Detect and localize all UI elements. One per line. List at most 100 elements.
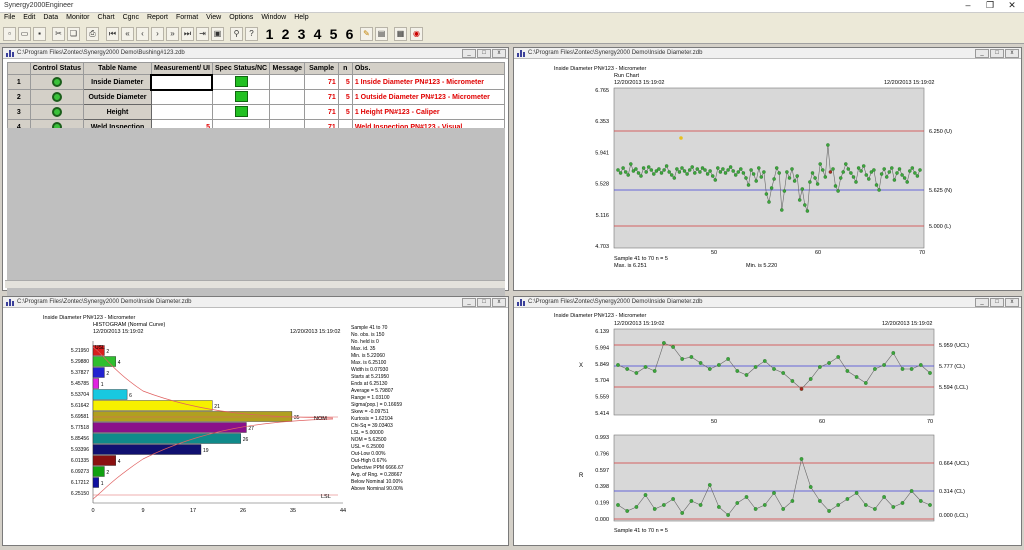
minimize-icon[interactable]: _ (462, 298, 476, 307)
menu-report[interactable]: Report (143, 13, 172, 22)
table-row[interactable]: 2 Outside Diameter 71 5 1 Outside Diamet… (7, 89, 506, 105)
maximize-icon[interactable]: □ (990, 49, 1004, 58)
cut-icon[interactable]: ✂ (52, 27, 65, 41)
first-record-icon[interactable]: ⏮ (106, 27, 119, 41)
menu-cgnc[interactable]: Cgnc (119, 13, 143, 22)
n-cell[interactable]: 5 (337, 74, 353, 90)
row-number[interactable]: 2 (7, 89, 31, 105)
fast-forward-icon[interactable]: » (166, 27, 179, 41)
run-data-point (856, 166, 861, 170)
row-number[interactable]: 3 (7, 104, 31, 120)
run-data-point (892, 178, 897, 182)
maximize-icon[interactable]: □ (990, 298, 1004, 307)
obs-cell[interactable]: 1 Height PN#123 - Caliper (351, 104, 506, 120)
sample-cell[interactable]: 71 (304, 104, 339, 120)
range-data-point (808, 485, 813, 489)
help-pointer-icon[interactable]: ? (245, 27, 258, 41)
menu-file[interactable]: File (0, 13, 19, 22)
close-icon[interactable]: x (1005, 49, 1019, 58)
measurement-cell[interactable] (150, 73, 214, 91)
chart-3-button[interactable]: 3 (295, 26, 308, 42)
chart-2-button[interactable]: 2 (279, 26, 292, 42)
n-cell[interactable]: 5 (337, 104, 353, 120)
control-status-cell[interactable] (29, 104, 85, 120)
col-table-name[interactable]: Table Name (83, 62, 152, 75)
col-measurement[interactable]: Measurement/ UI (150, 62, 213, 75)
new-file-icon[interactable]: ▫ (3, 27, 16, 41)
row-number[interactable]: 1 (7, 74, 31, 90)
calculator-icon[interactable]: ▦ (394, 27, 407, 41)
menu-chart[interactable]: Chart (93, 13, 118, 22)
table-name-cell[interactable]: Height (83, 104, 152, 120)
sample-cell[interactable]: 71 (304, 74, 339, 90)
run-data-point (815, 182, 820, 186)
obs-cell[interactable]: 1 Inside Diameter PN#123 - Micrometer (351, 74, 506, 90)
menu-view[interactable]: View (202, 13, 225, 22)
close-icon[interactable]: x (1005, 298, 1019, 307)
menu-monitor[interactable]: Monitor (62, 13, 93, 22)
measurement-cell[interactable] (150, 104, 213, 120)
control-status-cell[interactable] (29, 74, 85, 90)
print-icon[interactable]: ⎙ (86, 27, 99, 41)
next-icon[interactable]: › (151, 27, 164, 41)
control-status-cell[interactable] (29, 89, 85, 105)
table-row[interactable]: 1 Inside Diameter 71 5 1 Inside Diameter… (7, 73, 506, 91)
minimize-icon[interactable]: – (960, 1, 976, 11)
chart-5-button[interactable]: 5 (327, 26, 340, 42)
horizontal-scrollbar[interactable] (5, 280, 505, 288)
sample-cell[interactable]: 71 (304, 89, 339, 105)
maximize-icon[interactable]: □ (477, 49, 491, 58)
pencil-icon[interactable]: ✎ (360, 27, 373, 41)
end-icon[interactable]: ⇥ (196, 27, 209, 41)
menu-window[interactable]: Window (257, 13, 290, 22)
open-folder-icon[interactable]: ▭ (18, 27, 31, 41)
col-control-status[interactable]: Control Status (29, 62, 85, 75)
measurement-cell[interactable] (150, 89, 213, 105)
spec-status-cell[interactable] (211, 74, 271, 90)
histogram-bar (92, 400, 213, 411)
minimize-icon[interactable]: _ (975, 49, 989, 58)
message-cell[interactable] (269, 89, 306, 105)
menu-data[interactable]: Data (39, 13, 62, 22)
rewind-icon[interactable]: « (121, 27, 134, 41)
menu-help[interactable]: Help (290, 13, 312, 22)
report-icon[interactable]: ▤ (375, 27, 388, 41)
save-icon[interactable]: ▪ (33, 27, 46, 41)
table-name-cell[interactable]: Inside Diameter (83, 74, 152, 90)
col-obs[interactable]: Obs. (351, 62, 506, 75)
close-icon[interactable]: x (492, 49, 506, 58)
copy-icon[interactable]: ❏ (67, 27, 80, 41)
run-data-point (744, 176, 748, 180)
close-icon[interactable]: ✕ (1004, 1, 1020, 11)
message-cell[interactable] (269, 74, 306, 90)
menu-options[interactable]: Options (225, 13, 257, 22)
minimize-icon[interactable]: _ (462, 49, 476, 58)
y-tick-label: 4.703 (595, 244, 609, 250)
pin-icon[interactable]: ⚲ (230, 27, 243, 41)
last-record-icon[interactable]: ⏭ (181, 27, 194, 41)
restore-icon[interactable]: ❐ (982, 1, 998, 11)
chart-6-button[interactable]: 6 (343, 26, 356, 42)
col-sample[interactable]: Sample (304, 62, 339, 75)
maximize-icon[interactable]: □ (477, 298, 491, 307)
chart-1-button[interactable]: 1 (263, 26, 276, 42)
obs-cell[interactable]: 1 Outside Diameter PN#123 - Micrometer (351, 89, 506, 105)
message-cell[interactable] (269, 104, 306, 120)
spec-status-cell[interactable] (211, 104, 271, 120)
table-row[interactable]: 3 Height 71 5 1 Height PN#123 - Caliper (7, 104, 506, 120)
table-name-cell[interactable]: Outside Diameter (83, 89, 152, 105)
stop-icon[interactable]: ◉ (410, 27, 423, 41)
window-icon[interactable]: ▣ (211, 27, 224, 41)
minimize-icon[interactable]: _ (975, 298, 989, 307)
close-icon[interactable]: x (492, 298, 506, 307)
col-spec-status[interactable]: Spec Status/NC (211, 62, 271, 75)
previous-icon[interactable]: ‹ (136, 27, 149, 41)
col-n[interactable]: n (337, 62, 353, 75)
col-message[interactable]: Message (269, 62, 306, 75)
chart-4-button[interactable]: 4 (311, 26, 324, 42)
run-data-point (703, 168, 707, 172)
spec-status-cell[interactable] (211, 89, 271, 105)
menu-edit[interactable]: Edit (19, 13, 39, 22)
n-cell[interactable]: 5 (337, 89, 353, 105)
menu-format[interactable]: Format (172, 13, 202, 22)
